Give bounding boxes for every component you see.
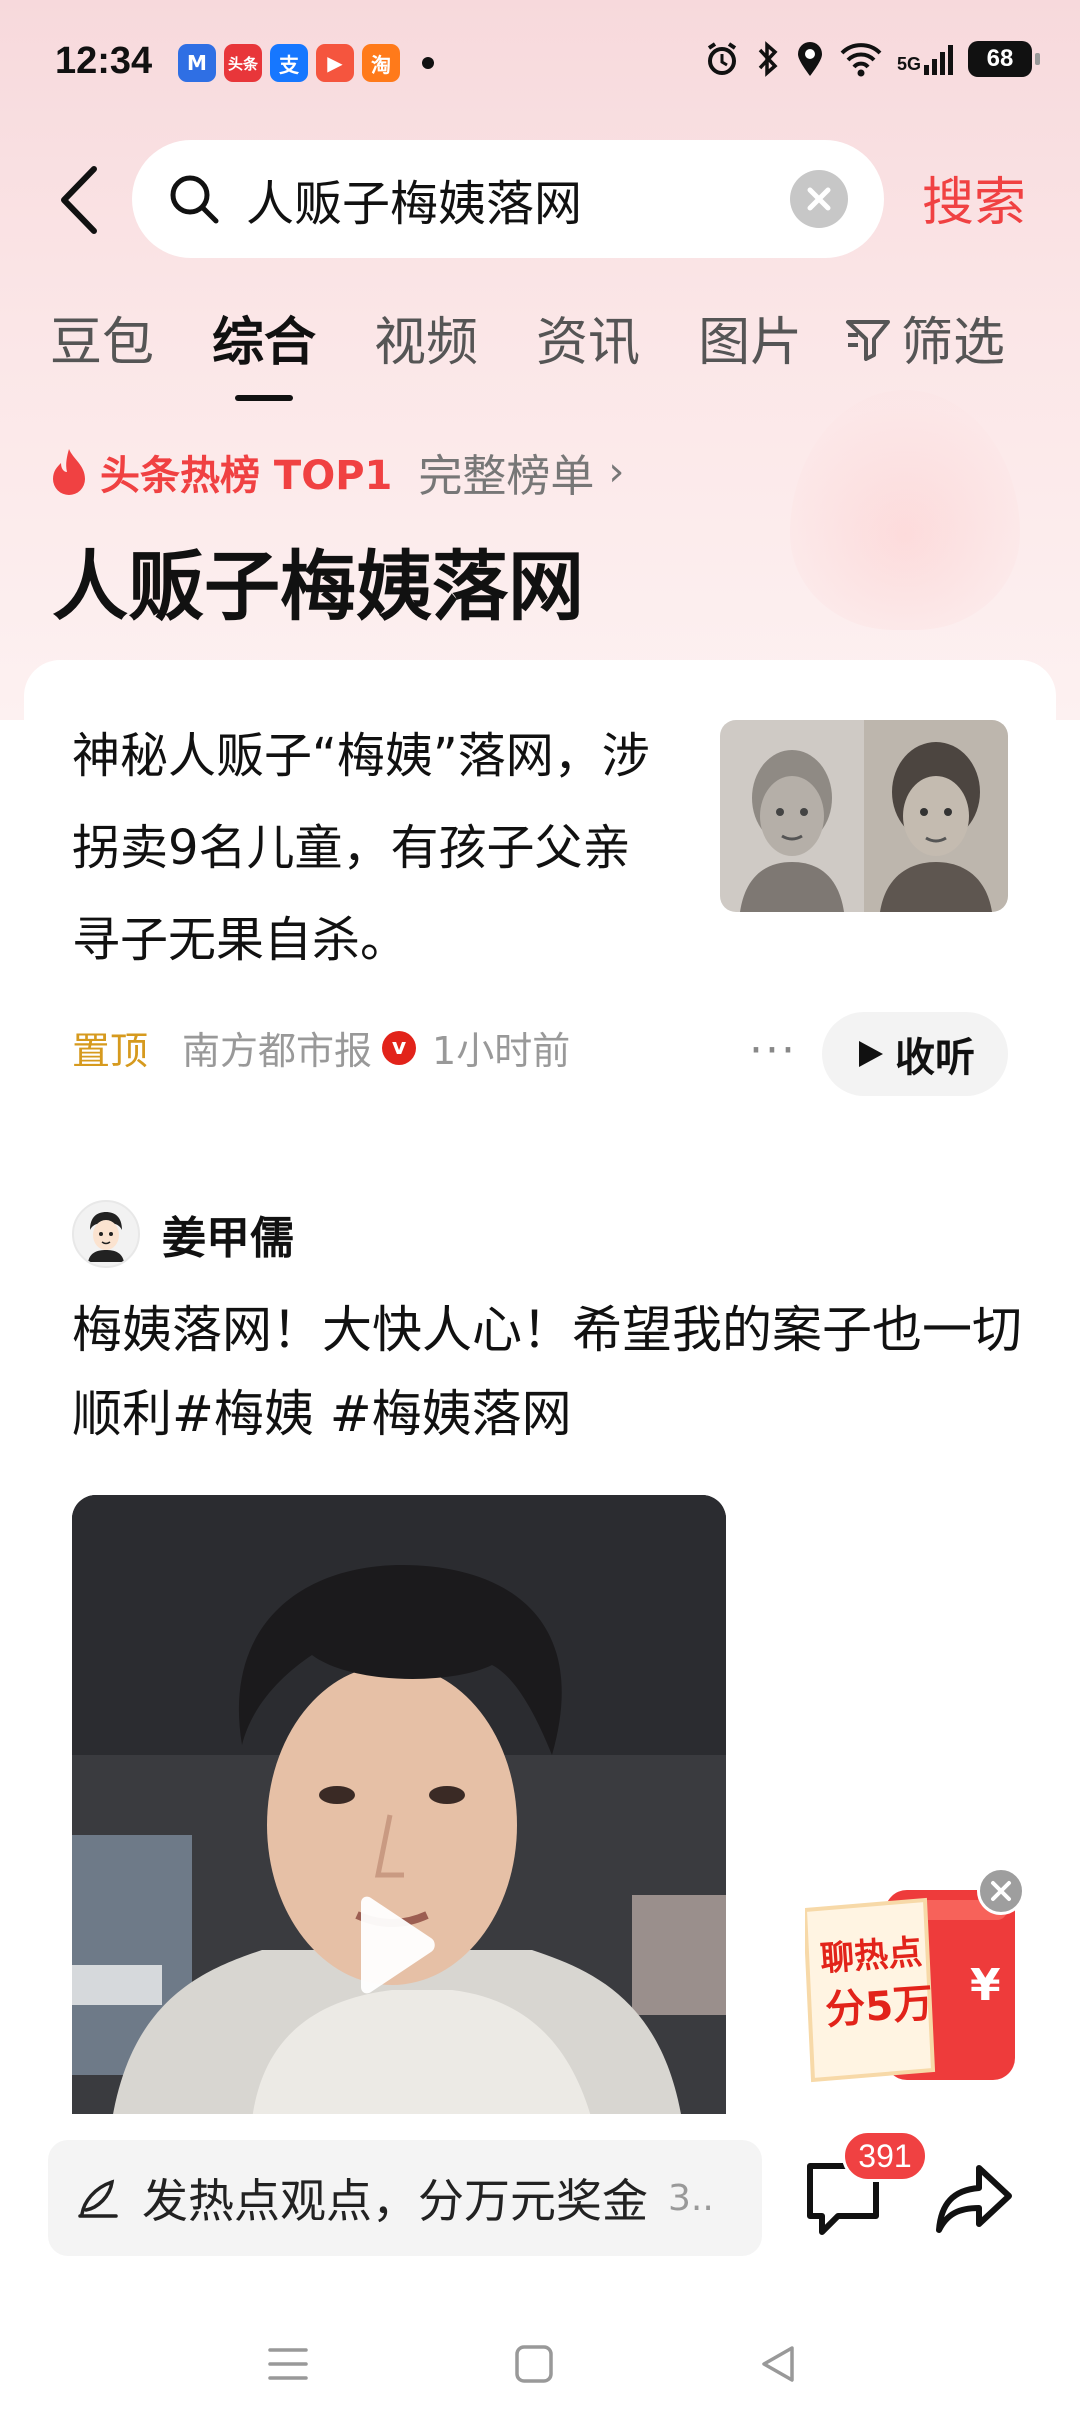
news-source[interactable]: 南方都市报 — [182, 1020, 372, 1075]
close-icon — [807, 187, 831, 211]
home-square-icon — [515, 2345, 553, 2383]
chevron-left-icon — [61, 166, 97, 234]
listen-button[interactable]: 收听 — [822, 1012, 1008, 1096]
comment-input[interactable]: 发热点观点，分万元奖金 3.. — [48, 2140, 762, 2256]
bluetooth-icon — [758, 41, 778, 77]
system-icons: 5G 68 — [703, 40, 1040, 78]
alarm-icon — [707, 42, 737, 75]
result-tabs: 豆包 综合 视频 资讯 图片 — [50, 300, 860, 375]
more-notifications-dot — [422, 57, 434, 69]
chevron-right-icon: › — [608, 449, 625, 495]
nav-menu-button[interactable] — [258, 2334, 318, 2394]
search-button[interactable]: 搜索 — [922, 160, 1026, 235]
comment-hint: 3.. — [668, 2177, 714, 2219]
video-thumbnail[interactable] — [72, 1495, 726, 2120]
battery-indicator: 68 — [968, 41, 1040, 77]
author-name[interactable]: 姜甲儒 — [162, 1202, 294, 1266]
hot-list-row[interactable]: 头条热榜 TOP1 完整榜单 › — [48, 440, 624, 504]
listen-label: 收听 — [895, 1035, 975, 1081]
nav-home-button[interactable] — [504, 2334, 564, 2394]
tab-video[interactable]: 视频 — [374, 300, 478, 375]
flame-icon — [53, 449, 85, 495]
filter-label: 筛选 — [901, 313, 1006, 373]
news-time: 1小时前 — [432, 1029, 571, 1073]
user-avatar-icon — [88, 1212, 124, 1262]
comment-count-badge: 391 — [842, 2130, 928, 2182]
more-options-icon[interactable]: ··· — [749, 1025, 797, 1076]
news-meta: 置顶 南方都市报 v 1小时前 — [72, 1020, 570, 1075]
pen-icon — [78, 2179, 118, 2218]
promo-line-2: 分5万 — [823, 1980, 935, 2034]
page-title: 人贩子梅姨落网 — [52, 542, 584, 631]
network-type-label: 5G — [896, 54, 921, 74]
status-time: 12:34 — [55, 40, 153, 82]
tab-doubao[interactable]: 豆包 — [50, 300, 154, 375]
news-headline[interactable]: 神秘人贩子“梅姨”落网，涉拐卖9名儿童，有孩子父亲寻子无果自杀。 — [72, 710, 672, 986]
play-icon — [361, 1896, 435, 1994]
search-query-text: 人贩子梅姨落网 — [246, 176, 583, 232]
video-frame-image — [72, 1495, 726, 2120]
full-list-link[interactable]: 完整榜单 — [418, 440, 594, 504]
notification-app-icons: M 头条 支 ▶ 淘 — [178, 44, 434, 82]
sketch-portraits-image — [720, 720, 1008, 912]
comment-placeholder: 发热点观点，分万元奖金 — [142, 2174, 648, 2228]
news-thumbnail[interactable] — [720, 720, 1008, 912]
cellular-signal-icon: 5G — [897, 43, 954, 75]
share-icon — [936, 2165, 1012, 2233]
avatar[interactable] — [72, 1200, 140, 1268]
play-icon — [859, 1041, 883, 1067]
taobao-app-icon: 淘 — [362, 44, 400, 82]
currency-icon: ¥ — [970, 1960, 1001, 2011]
video-app-icon: ▶ — [316, 44, 354, 82]
video-play-button[interactable] — [332, 1885, 452, 2005]
search-input[interactable]: 人贩子梅姨落网 — [132, 140, 884, 258]
tab-comprehensive[interactable]: 综合 — [212, 300, 316, 375]
pinned-label: 置顶 — [72, 1029, 149, 1073]
alipay-app-icon: 支 — [270, 44, 308, 82]
hot-list-badge: 头条热榜 TOP1 — [100, 453, 393, 499]
maps-app-icon: M — [178, 44, 216, 82]
status-bar: 12:34 M 头条 支 ▶ 淘 5G 68 — [0, 0, 1080, 130]
nav-back-button[interactable] — [748, 2334, 808, 2394]
search-icon — [170, 175, 219, 224]
close-icon — [991, 1881, 1011, 1901]
filter-button[interactable]: 筛选 — [845, 300, 1005, 375]
toutiao-app-icon: 头条 — [224, 44, 262, 82]
tab-news[interactable]: 资讯 — [536, 300, 640, 375]
clear-search-button[interactable] — [790, 170, 848, 228]
share-button[interactable] — [935, 2154, 1015, 2244]
close-promo-button[interactable] — [977, 1867, 1025, 1915]
post-text[interactable]: 梅姨落网！大快人心！希望我的案子也一切顺利#梅姨 #梅姨落网 — [72, 1288, 1022, 1456]
wifi-icon — [840, 43, 882, 77]
back-triangle-icon — [762, 2346, 794, 2382]
post-author[interactable]: 姜甲儒 — [72, 1200, 294, 1268]
menu-icon — [268, 2348, 308, 2380]
location-icon — [797, 42, 822, 76]
bottom-bar: 发热点观点，分万元奖金 3.. 391 — [0, 2114, 1080, 2414]
back-button[interactable] — [48, 160, 108, 240]
tab-images[interactable]: 图片 — [698, 300, 802, 375]
filter-icon — [846, 319, 890, 361]
verified-badge-icon: v — [382, 1030, 417, 1065]
